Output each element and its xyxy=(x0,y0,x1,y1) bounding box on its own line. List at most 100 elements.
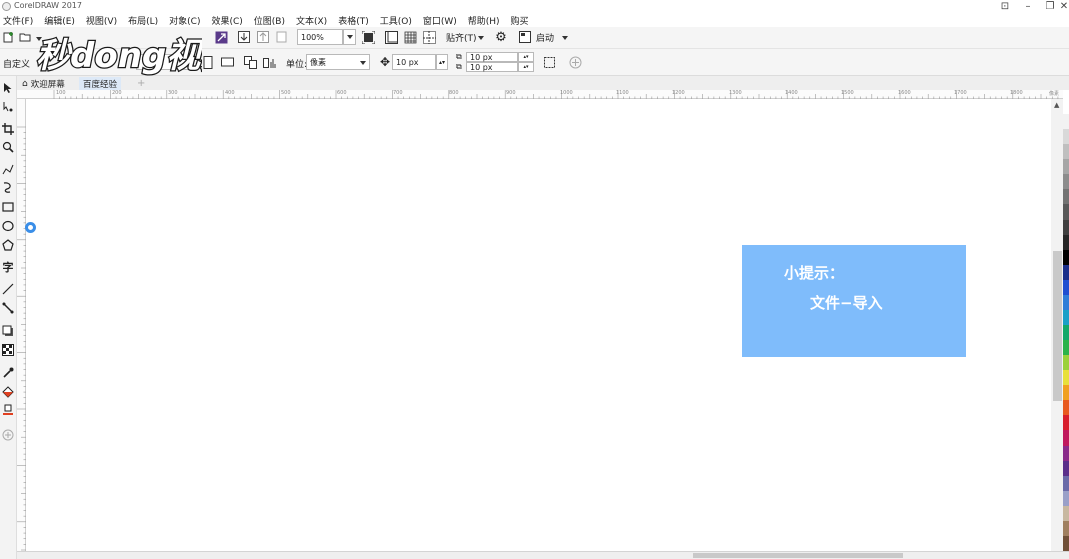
freehand-tool-icon[interactable] xyxy=(1,162,15,176)
palette-swatch[interactable] xyxy=(1063,535,1069,551)
palette-swatch[interactable] xyxy=(1063,370,1069,386)
publish-pdf-icon[interactable] xyxy=(275,30,289,44)
corel-connect-icon[interactable] xyxy=(214,30,228,44)
palette-swatch[interactable] xyxy=(1063,159,1069,175)
minimize-button[interactable]: – xyxy=(1017,0,1039,13)
duplicate-x-spinner[interactable]: ▴▾ xyxy=(518,52,534,62)
palette-swatch[interactable] xyxy=(1063,279,1069,295)
show-grid-icon[interactable] xyxy=(403,30,417,44)
menu-window[interactable]: 窗口(W) xyxy=(423,14,457,27)
palette-swatch[interactable] xyxy=(1063,174,1069,190)
scroll-up-icon[interactable]: ▲ xyxy=(1054,101,1059,109)
crop-tool-icon[interactable] xyxy=(1,122,15,136)
palette-swatch[interactable] xyxy=(1063,144,1069,160)
palette-swatch[interactable] xyxy=(1063,385,1069,401)
scrollbar-thumb[interactable] xyxy=(1053,251,1062,401)
transparency-tool-icon[interactable] xyxy=(1,343,15,357)
palette-swatch[interactable] xyxy=(1063,430,1069,446)
menu-view[interactable]: 视图(V) xyxy=(86,14,117,27)
palette-swatch[interactable] xyxy=(1063,445,1069,461)
show-rulers-icon[interactable] xyxy=(384,30,398,44)
connector-tool-icon[interactable] xyxy=(1,301,15,315)
nudge-distance-field[interactable]: 10 px xyxy=(392,54,436,70)
palette-swatch[interactable] xyxy=(1063,505,1069,521)
palette-swatch[interactable] xyxy=(1063,129,1069,145)
dimension-tool-icon[interactable] xyxy=(1,282,15,296)
menu-layout[interactable]: 布局(L) xyxy=(128,14,158,27)
duplicate-x-field[interactable]: 10 px xyxy=(466,52,518,62)
duplicate-y-spinner[interactable]: ▴▾ xyxy=(518,62,534,72)
palette-swatch[interactable] xyxy=(1063,400,1069,416)
quick-customize-icon[interactable] xyxy=(1,428,15,442)
menu-help[interactable]: 帮助(H) xyxy=(468,14,500,27)
zoom-dropdown-button[interactable] xyxy=(343,29,356,45)
application-launcher-icon[interactable] xyxy=(518,30,532,44)
zoom-level-field[interactable]: 100% xyxy=(297,29,343,45)
menu-buy[interactable]: 购买 xyxy=(511,14,529,27)
current-page-icon[interactable] xyxy=(262,55,276,69)
shape-tool-icon[interactable] xyxy=(1,100,15,114)
palette-swatch[interactable] xyxy=(1063,114,1069,130)
polygon-tool-icon[interactable] xyxy=(1,238,15,252)
palette-swatch[interactable] xyxy=(1063,460,1069,476)
palette-swatch[interactable] xyxy=(1063,249,1069,265)
zoom-tool-icon[interactable] xyxy=(1,140,15,154)
show-guidelines-icon[interactable] xyxy=(422,30,436,44)
help-window-icon[interactable]: ⊡ xyxy=(994,0,1016,13)
page-preset-label[interactable]: 自定义 xyxy=(3,57,30,70)
palette-swatch[interactable] xyxy=(1063,415,1069,431)
import-icon[interactable] xyxy=(237,30,251,44)
duplicate-y-field[interactable]: 10 px xyxy=(466,62,518,72)
palette-swatch[interactable] xyxy=(1063,490,1069,506)
close-button[interactable]: ✕ xyxy=(1058,0,1069,13)
eyedropper-tool-icon[interactable] xyxy=(1,366,15,380)
palette-swatch[interactable] xyxy=(1063,475,1069,491)
rectangle-tool-icon[interactable] xyxy=(1,200,15,214)
menu-effects[interactable]: 效果(C) xyxy=(211,14,242,27)
menu-text[interactable]: 文本(X) xyxy=(296,14,327,27)
units-select[interactable]: 像素 xyxy=(306,54,370,70)
color-palette[interactable] xyxy=(1063,99,1069,551)
launch-dropdown-icon[interactable] xyxy=(562,36,568,40)
menu-table[interactable]: 表格(T) xyxy=(338,14,369,27)
pick-tool-icon[interactable] xyxy=(1,81,15,95)
horizontal-ruler[interactable]: 100 200 300 400 500 600 700 800 900 1000… xyxy=(17,90,1063,99)
interactive-fill-tool-icon[interactable] xyxy=(1,385,15,399)
menu-bitmaps[interactable]: 位图(B) xyxy=(254,14,285,27)
artistic-media-tool-icon[interactable] xyxy=(1,180,15,194)
palette-swatch[interactable] xyxy=(1063,520,1069,536)
palette-swatch[interactable] xyxy=(1063,294,1069,310)
palette-swatch[interactable] xyxy=(1063,219,1069,235)
all-pages-icon[interactable] xyxy=(243,55,257,69)
snap-dropdown-icon[interactable] xyxy=(478,36,484,40)
export-icon[interactable] xyxy=(256,30,270,44)
palette-swatch[interactable] xyxy=(1063,189,1069,205)
menu-object[interactable]: 对象(C) xyxy=(169,14,200,27)
palette-swatch[interactable] xyxy=(1063,99,1069,115)
text-tool-icon[interactable]: 字 xyxy=(1,260,15,274)
menu-edit[interactable]: 编辑(E) xyxy=(44,14,75,27)
full-screen-preview-icon[interactable] xyxy=(361,30,375,44)
palette-swatch[interactable] xyxy=(1063,234,1069,250)
menu-file[interactable]: 文件(F) xyxy=(3,14,33,27)
treat-as-filled-icon[interactable] xyxy=(542,55,556,69)
landscape-icon[interactable] xyxy=(220,55,234,69)
nudge-spinner[interactable]: ▴▾ xyxy=(436,54,448,70)
portrait-icon[interactable] xyxy=(201,55,215,69)
vertical-ruler[interactable] xyxy=(17,99,26,554)
menu-tools[interactable]: 工具(O) xyxy=(380,14,412,27)
palette-swatch[interactable] xyxy=(1063,325,1069,341)
palette-swatch[interactable] xyxy=(1063,340,1069,356)
snap-to-button[interactable]: 贴齐(T) xyxy=(446,31,477,44)
add-toolbar-item-icon[interactable] xyxy=(568,55,582,69)
horizontal-scrollbar-thumb[interactable] xyxy=(693,553,903,558)
launch-button[interactable]: 启动 xyxy=(536,31,554,44)
palette-swatch[interactable] xyxy=(1063,264,1069,280)
palette-swatch[interactable] xyxy=(1063,309,1069,325)
smart-fill-tool-icon[interactable] xyxy=(1,403,15,417)
options-gear-icon[interactable]: ⚙ xyxy=(494,30,508,45)
new-document-icon[interactable] xyxy=(2,30,16,44)
palette-swatch[interactable] xyxy=(1063,355,1069,371)
drop-shadow-tool-icon[interactable] xyxy=(1,324,15,338)
ellipse-tool-icon[interactable] xyxy=(1,219,15,233)
